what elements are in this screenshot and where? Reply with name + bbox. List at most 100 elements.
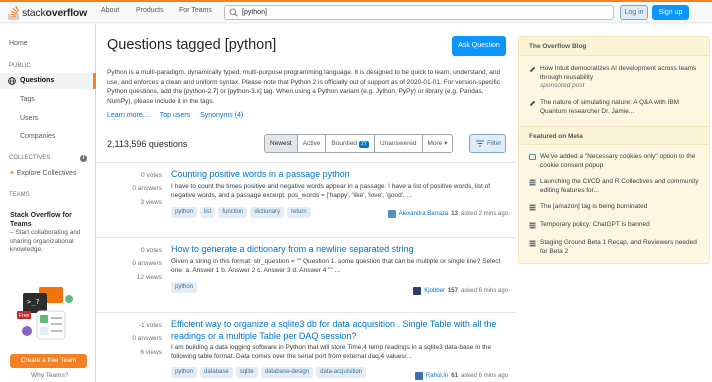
avatar[interactable] (387, 210, 396, 218)
stackoverflow-logo-icon (8, 6, 20, 20)
user-link[interactable]: Kjobber (424, 288, 445, 294)
sponsored-label: sponsored post (540, 82, 585, 89)
tag[interactable]: return (287, 207, 311, 218)
user-link[interactable]: Alexandra Barraza (399, 211, 449, 217)
meta-item[interactable]: Staging Ground Beta 1 Recap, and Reviewe… (529, 239, 704, 256)
learn-more-link[interactable]: Learn more… (107, 112, 150, 119)
user-reputation: 157 (447, 288, 458, 294)
logo-text: stackoverflow (22, 7, 88, 19)
nav-about[interactable]: About (101, 7, 119, 14)
question-answers: 0 answers (132, 335, 162, 342)
filter-unanswered[interactable]: Unanswered (375, 135, 423, 152)
question-tags: python database sqlite database-design d… (171, 367, 367, 378)
tag[interactable]: database-design (260, 367, 314, 378)
meta-item[interactable]: We've added a "Necessary cookies only" o… (529, 153, 704, 170)
user-link[interactable]: Rahul.In (426, 373, 448, 379)
nav-questions[interactable]: Questions (0, 73, 96, 89)
question-views: 3 views (140, 199, 162, 206)
question-title[interactable]: Counting positive words in a passage pyt… (171, 169, 511, 181)
meta-item[interactable]: The [amazon] tag is being burninated (529, 203, 704, 212)
nav-teams-heading: TEAMS (9, 192, 30, 198)
avatar[interactable] (414, 372, 423, 380)
question-row: 0 votes 0 answers 3 views Counting posit… (96, 162, 516, 237)
ask-question-button[interactable]: Ask Question (452, 36, 506, 56)
tag[interactable]: data-acquisition (316, 367, 367, 378)
svg-text:Free: Free (19, 313, 30, 319)
overflow-blog-sidebar: The Overflow Blog How Intuit democratize… (518, 36, 710, 264)
search-input[interactable]: [python] (224, 5, 614, 20)
blog-heading: The Overflow Blog (519, 37, 709, 56)
question-excerpt: Given a string in this format: str_quest… (171, 258, 501, 274)
user-reputation: 61 (451, 373, 458, 379)
tag-description: Python is a multi-paradigm, dynamically … (107, 69, 501, 105)
tag[interactable]: dictionary (250, 207, 285, 218)
tag[interactable]: database (200, 367, 233, 378)
filter-bountied[interactable]: Bountied 27 (326, 135, 375, 152)
stackexchange-icon (529, 204, 536, 211)
globe-icon (8, 77, 16, 85)
meta-item[interactable]: Launching the CI/CD and R Collectives an… (529, 178, 704, 195)
sort-filters: Newest Active Bountied 27 Unanswered Mor… (264, 134, 454, 153)
synonyms-link[interactable]: Synonyms (4) (200, 112, 243, 119)
nav-companies[interactable]: Companies (20, 133, 55, 140)
question-time[interactable]: asked 6 mins ago (461, 288, 508, 294)
svg-text:>_?: >_? (27, 298, 40, 306)
meta-heading: Featured on Meta (519, 126, 709, 145)
search-icon (229, 8, 238, 17)
stackexchange-icon (529, 222, 536, 229)
nav-products[interactable]: Products (136, 7, 164, 14)
nav-collectives-heading: COLLECTIVES (9, 155, 51, 161)
question-tags: python (171, 282, 198, 293)
filter-newest[interactable]: Newest (265, 135, 298, 152)
top-bar: stackoverflow About Products For Teams [… (0, 0, 712, 22)
top-users-link[interactable]: Top users (160, 112, 190, 119)
tag[interactable]: sqlite (235, 367, 258, 378)
nav-questions-label: Questions (20, 77, 55, 84)
tag[interactable]: python (171, 207, 198, 218)
question-votes: 0 votes (141, 247, 162, 254)
question-excerpt: I am building a data logging software in… (171, 344, 492, 360)
message-icon (529, 154, 536, 160)
collectives-icon: ✦ (9, 170, 15, 177)
info-icon[interactable]: i (80, 155, 87, 162)
question-title[interactable]: How to generate a dictionary from a newl… (171, 244, 511, 256)
tag[interactable]: python (171, 282, 198, 293)
page-title: Questions tagged [python] (107, 37, 277, 53)
nav-for-teams[interactable]: For Teams (179, 7, 212, 14)
why-teams-link[interactable]: Why Teams? (31, 372, 68, 379)
nav-explore-collectives[interactable]: ✦ Explore Collectives (9, 169, 76, 177)
tag-links: Learn more… Top users Synonyms (4) (107, 112, 243, 119)
login-button[interactable]: Log in (620, 5, 648, 20)
pencil-icon (530, 66, 536, 72)
question-row: 0 votes 0 answers 12 views How to genera… (96, 237, 516, 312)
question-meta: Kjobber 157 asked 6 mins ago (413, 287, 508, 295)
question-meta: Alexandra Barraza 13 asked 2 mins ago (387, 210, 508, 218)
tag[interactable]: python (171, 367, 198, 378)
question-views: 12 views (136, 274, 162, 281)
teams-illustration: >_? Free (17, 287, 73, 340)
filter-button[interactable]: Filter (469, 134, 506, 153)
question-meta: Rahul.In 61 asked 6 mins ago (414, 372, 508, 380)
filter-active[interactable]: Active (298, 135, 327, 152)
question-title[interactable]: Efficient way to organize a sqlite3 db f… (171, 319, 511, 342)
nav-tags[interactable]: Tags (20, 96, 35, 103)
signup-button[interactable]: Sign up (652, 5, 689, 20)
meta-item[interactable]: Temporary policy: ChatGPT is banned (529, 221, 704, 230)
filter-more[interactable]: More ▾ (423, 135, 453, 152)
stackoverflow-logo[interactable]: stackoverflow (8, 5, 87, 21)
blog-item[interactable]: How Intuit democratizes AI development a… (529, 65, 704, 91)
avatar[interactable] (413, 287, 422, 295)
question-answers: 0 answers (132, 185, 162, 192)
question-excerpt: I have to count the times positive and n… (171, 183, 491, 199)
question-votes: 0 votes (141, 172, 162, 179)
tag[interactable]: list (200, 207, 216, 218)
tag[interactable]: function (218, 207, 248, 218)
teams-title: Stack Overflow for Teams (10, 212, 72, 228)
question-time[interactable]: asked 2 mins ago (461, 211, 508, 217)
create-team-button[interactable]: Create a free Team (10, 354, 87, 368)
blog-item[interactable]: The nature of simulating nature: A Q&A w… (529, 99, 704, 116)
question-row: -1 votes 0 answers 6 views Efficient way… (96, 312, 516, 382)
nav-home[interactable]: Home (9, 40, 28, 47)
question-time[interactable]: asked 6 mins ago (461, 373, 508, 379)
nav-users[interactable]: Users (20, 115, 38, 122)
